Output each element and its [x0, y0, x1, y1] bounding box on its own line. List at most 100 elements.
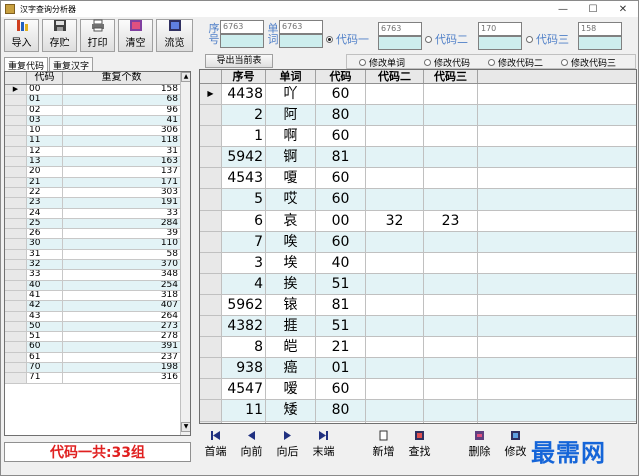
- modify-code-radio[interactable]: 修改代码: [424, 56, 470, 69]
- modify-code2-radio[interactable]: 修改代码二: [488, 56, 543, 69]
- find-button[interactable]: 查找: [403, 430, 436, 462]
- next-button[interactable]: 向后: [271, 430, 304, 462]
- count-cell: 278: [63, 332, 181, 342]
- code2-cell: [366, 316, 424, 337]
- table-row[interactable]: 71 316: [5, 373, 190, 384]
- word-cell: 唉: [266, 231, 316, 252]
- scroll-up-icon[interactable]: ▲: [181, 72, 190, 82]
- table-row[interactable]: 12 31: [5, 146, 190, 158]
- table-row[interactable]: 3 埃 40: [200, 252, 636, 274]
- left-table-scrollbar[interactable]: ▲ ▼: [180, 72, 190, 435]
- modify-word-radio[interactable]: 修改单词: [359, 56, 405, 69]
- add-button[interactable]: 新增: [367, 430, 400, 462]
- print-button[interactable]: 打印: [80, 19, 115, 52]
- edit-button[interactable]: 修改: [499, 430, 532, 462]
- table-row[interactable]: 41 318: [5, 290, 190, 302]
- first-button[interactable]: 首端: [199, 430, 232, 462]
- code1-input[interactable]: [378, 36, 422, 50]
- table-row[interactable]: 22 303: [5, 187, 190, 199]
- code-cell: 01: [316, 358, 366, 379]
- table-row[interactable]: ▶ 4438 吖 60: [200, 84, 636, 106]
- word-cell: 蔼: [266, 421, 316, 423]
- table-row[interactable]: ▶ 00 158: [5, 85, 190, 96]
- minimize-button[interactable]: —: [548, 1, 578, 17]
- export-table-button[interactable]: 导出当前表: [205, 54, 273, 68]
- count-cell: 137: [63, 167, 181, 177]
- code-cell: 51: [316, 316, 366, 337]
- table-row[interactable]: 02 96: [5, 105, 190, 116]
- table-row[interactable]: 61 237: [5, 352, 190, 364]
- print-label: 打印: [87, 38, 108, 49]
- table-row[interactable]: 30 110: [5, 239, 190, 250]
- save-button[interactable]: 存贮: [42, 19, 77, 52]
- code1-radio[interactable]: 代码一: [326, 31, 369, 47]
- word-cell: 哎: [266, 189, 316, 210]
- row-indicator: [5, 157, 27, 167]
- col-header-word: 单词: [266, 70, 316, 83]
- table-row[interactable]: 23 191: [5, 198, 190, 209]
- word-input[interactable]: [279, 34, 323, 48]
- table-row[interactable]: 11 矮 80: [200, 400, 636, 422]
- close-button[interactable]: ✕: [608, 1, 638, 17]
- modify-code3-radio[interactable]: 修改代码三: [561, 56, 616, 69]
- table-row[interactable]: 7 唉 60: [200, 231, 636, 253]
- table-row[interactable]: 21 171: [5, 177, 190, 188]
- scroll-down-icon[interactable]: ▼: [181, 422, 190, 432]
- table-row[interactable]: 24 33: [5, 208, 190, 219]
- code3-input[interactable]: [578, 36, 622, 50]
- code2-radio[interactable]: 代码二: [425, 31, 468, 47]
- table-row[interactable]: 938 癌 01: [200, 358, 636, 380]
- table-row[interactable]: 8 皑 21: [200, 337, 636, 359]
- table-row[interactable]: 33 348: [5, 270, 190, 281]
- table-row[interactable]: 60 391: [5, 342, 190, 353]
- table-row[interactable]: 11 118: [5, 136, 190, 147]
- code3-radio[interactable]: 代码三: [526, 31, 569, 47]
- table-row[interactable]: 01 68: [5, 95, 190, 106]
- table-row[interactable]: 42 407: [5, 301, 190, 312]
- table-row[interactable]: 43 264: [5, 311, 190, 322]
- table-row[interactable]: 5942 锕 81: [200, 147, 636, 169]
- table-row[interactable]: 25 284: [5, 218, 190, 230]
- delete-button[interactable]: 删除: [463, 430, 496, 462]
- code-cell: 00: [316, 210, 366, 231]
- table-row[interactable]: 1 啊 60: [200, 126, 636, 148]
- seq-input[interactable]: [220, 34, 264, 48]
- code3-cell: [424, 84, 478, 105]
- table-row[interactable]: 70 198: [5, 363, 190, 374]
- table-row[interactable]: 5962 锿 81: [200, 294, 636, 317]
- table-row[interactable]: 4 挨 51: [200, 273, 636, 295]
- table-row[interactable]: 40 254: [5, 280, 190, 291]
- table-row[interactable]: 26 39: [5, 229, 190, 240]
- count-cell: 171: [63, 177, 181, 187]
- row-indicator: [5, 115, 27, 126]
- code-cell: 60: [316, 168, 366, 189]
- last-button[interactable]: 末端: [307, 430, 340, 462]
- modify-word-dot: [359, 59, 366, 66]
- table-row[interactable]: 50 273: [5, 321, 190, 333]
- code-cell: 21: [316, 337, 366, 358]
- table-row[interactable]: 32 370: [5, 260, 190, 271]
- table-row[interactable]: 31 58: [5, 249, 190, 261]
- browse-button[interactable]: 流览: [156, 19, 193, 52]
- table-row[interactable]: 10蔼42: [200, 421, 636, 423]
- table-row[interactable]: 20 137: [5, 167, 190, 178]
- table-row[interactable]: 13 163: [5, 157, 190, 168]
- seq-cell: 5942: [222, 147, 266, 168]
- table-row[interactable]: 4543 嗄 60: [200, 168, 636, 190]
- table-row[interactable]: 6 哀 00 32 23: [200, 210, 636, 232]
- prev-button[interactable]: 向前: [235, 430, 268, 462]
- import-button[interactable]: 导入: [4, 19, 39, 52]
- window-controls: — ☐ ✕: [548, 1, 638, 17]
- row-indicator: [5, 280, 27, 290]
- table-row[interactable]: 51 278: [5, 332, 190, 343]
- code2-input[interactable]: [478, 36, 522, 50]
- table-row[interactable]: 2 阿 80: [200, 105, 636, 127]
- row-indicator: [5, 167, 27, 177]
- maximize-button[interactable]: ☐: [578, 1, 608, 17]
- clear-button[interactable]: 清空: [118, 19, 153, 52]
- table-row[interactable]: 5 哎 60: [200, 189, 636, 211]
- table-row[interactable]: 10 306: [5, 126, 190, 137]
- table-row[interactable]: 4547 嗳 60: [200, 379, 636, 401]
- table-row[interactable]: 03 41: [5, 115, 190, 127]
- table-row[interactable]: 4382 捱 51: [200, 316, 636, 338]
